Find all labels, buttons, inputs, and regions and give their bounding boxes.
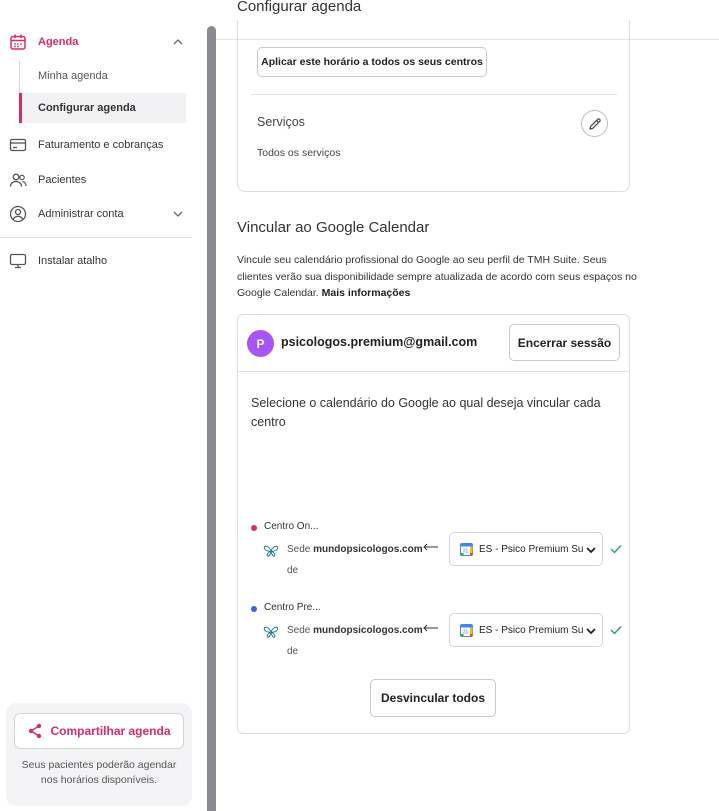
butterfly-logo-icon [263,545,279,557]
sidebar-item-label: Pacientes [38,174,87,186]
check-icon [610,545,622,554]
sidebar-divider [0,237,192,238]
share-agenda-label: Compartilhar agenda [50,724,171,738]
calendar-select-value: ES - Psico Premium Su [479,624,584,636]
sidebar-item-billing[interactable]: Faturamento e cobranças [0,129,200,161]
sidebar-item-account[interactable]: Administrar conta [0,198,200,230]
svg-text:31: 31 [463,548,469,554]
google-calendar-description: Vincule seu calendário profissional do G… [237,252,637,302]
sede-prefix: Sede [287,544,311,555]
users-icon [9,171,27,189]
google-account-header: P psicologos.premium@gmail.com Encerrar … [238,315,629,372]
pencil-icon [588,117,601,130]
sede-name: mundopsicologos.com [313,625,423,636]
sidebar-subitem-label: Configurar agenda [38,102,136,114]
sede-suffix: de [287,646,299,657]
share-note: Seus pacientes poderão agendar nos horár… [21,759,177,786]
monitor-icon [9,252,27,270]
sidebar-item-patients[interactable]: Pacientes [0,164,200,196]
services-value: Todos os serviços [257,147,341,159]
sidebar-subitem-configurar-agenda[interactable]: Configurar agenda [19,93,186,123]
sede-suffix: de [287,565,299,576]
arrow-left-icon [423,624,438,632]
google-calendar-card: P psicologos.premium@gmail.com Encerrar … [237,314,630,734]
arrow-left-icon [423,543,438,551]
end-session-button[interactable]: Encerrar sessão [509,324,620,361]
calendar-icon [9,33,27,51]
services-title: Serviços [257,115,305,129]
chevron-down-icon [586,628,596,635]
apply-schedule-all-centers-button[interactable]: Aplicar este horário a todos os seus cen… [257,47,487,77]
credit-card-icon [9,136,27,154]
calendar-select-prompt: Selecione o calendário do Google ao qual… [251,396,601,429]
check-icon [610,626,622,635]
chevron-down-icon[interactable] [172,208,184,220]
sidebar-item-label: Instalar atalho [38,255,108,267]
more-info-link[interactable]: Mais informações [322,287,411,299]
sidebar-item-label: Faturamento e cobranças [38,139,164,151]
center-row: Centro On... Sede mundopsicologos.com de … [238,519,629,579]
sidebar-item-label: Administrar conta [38,208,124,220]
card-divider [251,94,617,95]
svg-text:31: 31 [463,629,469,635]
center-name: Centro On... [264,521,319,532]
sidebar-subitem-minha-agenda[interactable]: Minha agenda [19,61,186,91]
avatar: P [247,330,274,357]
center-status-dot [251,525,257,531]
sede-name: mundopsicologos.com [313,544,423,555]
google-calendar-description-text: Vincule seu calendário profissional do G… [237,254,637,299]
center-status-dot [251,606,257,612]
sidebar-item-agenda[interactable]: Agenda [0,26,200,58]
share-agenda-button[interactable]: Compartilhar agenda [14,713,184,749]
page-title: Configurar agenda [237,0,362,15]
main-content: Configurar agenda Aplicar este horário a… [216,0,719,811]
sidebar-item-install-shortcut[interactable]: Instalar atalho [0,245,200,277]
chevron-up-icon[interactable] [172,36,184,48]
google-calendar-icon: 31 [460,542,473,556]
sidebar-subitem-label: Minha agenda [38,70,108,82]
butterfly-logo-icon [263,626,279,638]
sidebar: Agenda Minha agenda Configurar agenda Fa… [0,0,207,811]
schedule-settings-card: Aplicar este horário a todos os seus cen… [237,20,630,192]
google-calendar-icon: 31 [460,623,473,637]
chevron-down-icon [586,547,596,554]
user-circle-icon [9,205,27,223]
calendar-select[interactable]: 31 ES - Psico Premium Su [449,532,603,566]
calendar-select-value: ES - Psico Premium Su [479,543,584,555]
center-sede: Sede mundopsicologos.com de [287,539,427,581]
share-card: Compartilhar agenda Seus pacientes poder… [6,703,192,806]
center-name: Centro Pre... [264,602,321,613]
sidebar-item-label: Agenda [38,36,79,48]
center-sede: Sede mundopsicologos.com de [287,620,427,662]
edit-services-button[interactable] [581,110,608,137]
sidebar-scrollbar[interactable] [207,26,216,811]
center-row: Centro Pre... Sede mundopsicologos.com de… [238,600,629,660]
unlink-all-button[interactable]: Desvincular todos [370,679,496,717]
calendar-select[interactable]: 31 ES - Psico Premium Su [449,613,603,647]
google-account-email: psicologos.premium@gmail.com [281,335,478,349]
google-calendar-section-title: Vincular ao Google Calendar [237,219,430,236]
sede-prefix: Sede [287,625,311,636]
share-icon [29,723,42,739]
